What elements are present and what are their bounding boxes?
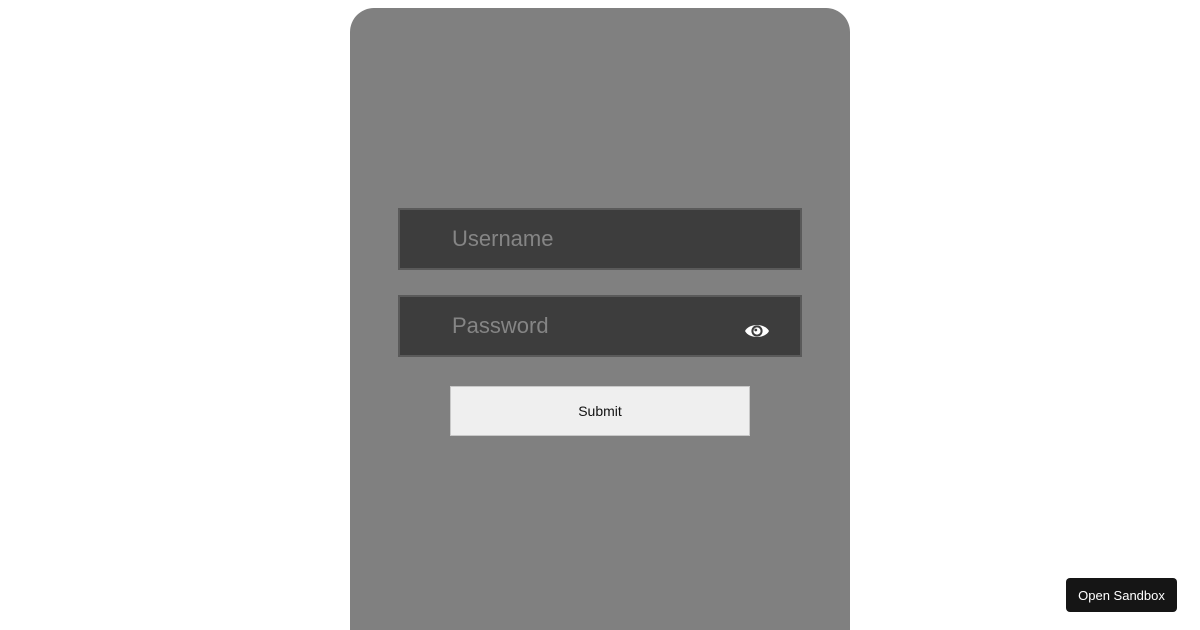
open-sandbox-button[interactable]: Open Sandbox bbox=[1066, 578, 1177, 612]
password-field bbox=[398, 295, 802, 357]
username-field bbox=[398, 208, 802, 270]
username-input[interactable] bbox=[400, 210, 800, 268]
page: Submit Open Sandbox bbox=[0, 0, 1200, 630]
login-card: Submit bbox=[350, 8, 850, 630]
submit-button[interactable]: Submit bbox=[450, 386, 750, 436]
password-input[interactable] bbox=[400, 297, 800, 355]
eye-icon[interactable] bbox=[744, 321, 770, 341]
